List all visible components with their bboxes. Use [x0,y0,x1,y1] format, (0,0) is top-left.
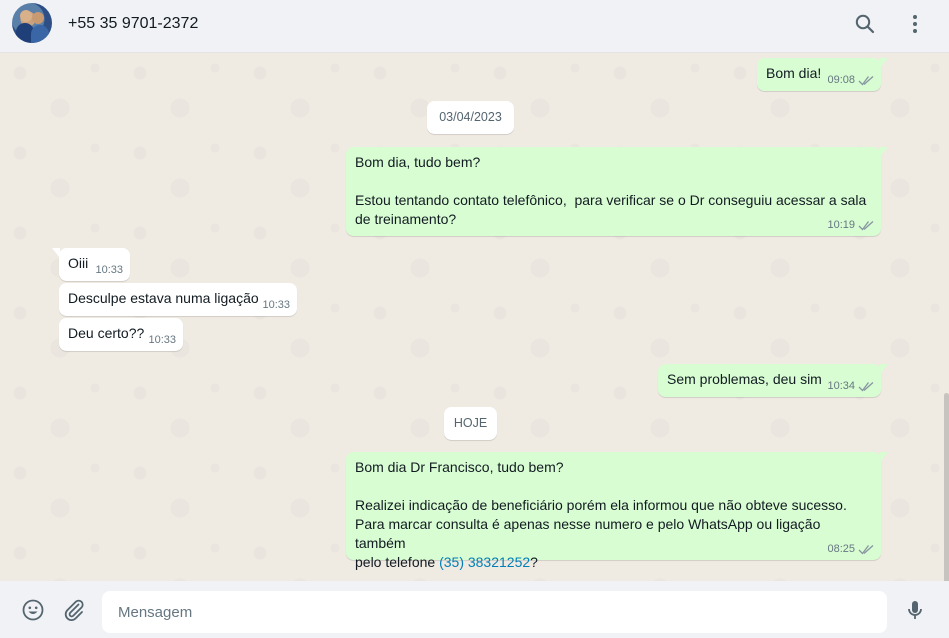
date-separator: 03/04/2023 [427,101,514,134]
bubble-tail [880,58,888,68]
phone-link[interactable]: (35) 38321252 [439,554,530,570]
contact-avatar[interactable] [12,3,52,43]
menu-dots-icon[interactable] [903,12,927,36]
search-icon[interactable] [853,12,877,36]
message-time: 10:33 [262,299,290,311]
message-composer [0,581,949,638]
bubble-tail [880,452,888,462]
message-meta: 10:33 [262,298,290,312]
message-meta: 09:08 [827,73,874,87]
chat-scrollbar[interactable] [944,393,949,581]
avatar-face [20,10,32,22]
double-check-icon [858,381,874,391]
bubble-tail [880,147,888,157]
message-meta: 08:25 [827,542,874,556]
outgoing-message[interactable]: Bom dia, tudo bem? Estou tentando contat… [346,147,888,236]
message-time: 10:33 [95,264,123,276]
message-text: Desculpe estava numa ligação [68,290,259,306]
message-meta: 10:34 [827,379,874,393]
message-time: 08:25 [827,543,855,555]
message-time: 10:19 [827,219,855,231]
message-meta: 10:19 [827,218,874,232]
paperclip-icon[interactable] [62,598,86,622]
bubble-tail [52,248,60,258]
double-check-icon [858,544,874,554]
message-text-part: ? [530,554,538,570]
chat-header: +55 35 9701-2372 [0,0,949,53]
contact-name[interactable]: +55 35 9701-2372 [68,15,198,33]
date-separator: HOJE [444,407,497,440]
chat-area[interactable]: Bom dia! 09:08 03/04/2023 Bom dia, tudo … [0,53,949,581]
outgoing-message[interactable]: Sem problemas, deu sim 10:34 [658,364,888,397]
outgoing-message[interactable]: Bom dia! 09:08 [757,58,888,91]
emoji-icon[interactable] [21,598,45,622]
double-check-icon [858,75,874,85]
bubble-tail [880,364,888,374]
message-time: 10:33 [148,334,176,346]
outgoing-message[interactable]: Bom dia Dr Francisco, tudo bem? Realizei… [346,452,888,570]
incoming-message[interactable]: Oiii 10:33 [52,248,130,281]
incoming-message[interactable]: Deu certo?? 10:33 [59,318,183,351]
message-meta: 10:33 [95,263,123,277]
message-meta: 10:33 [148,333,176,347]
message-text: Bom dia Dr Francisco, tudo bem? Realizei… [355,458,872,572]
message-time: 09:08 [827,74,855,86]
message-text: Bom dia, tudo bem? Estou tentando contat… [355,154,867,227]
message-time: 10:34 [827,380,855,392]
microphone-icon[interactable] [903,598,927,622]
avatar-face [32,12,44,24]
avatar-figure [31,25,49,43]
double-check-icon [858,220,874,230]
incoming-message[interactable]: Desculpe estava numa ligação 10:33 [59,283,297,316]
message-input[interactable] [102,591,887,633]
message-text-part: Bom dia Dr Francisco, tudo bem? Realizei… [355,459,847,570]
